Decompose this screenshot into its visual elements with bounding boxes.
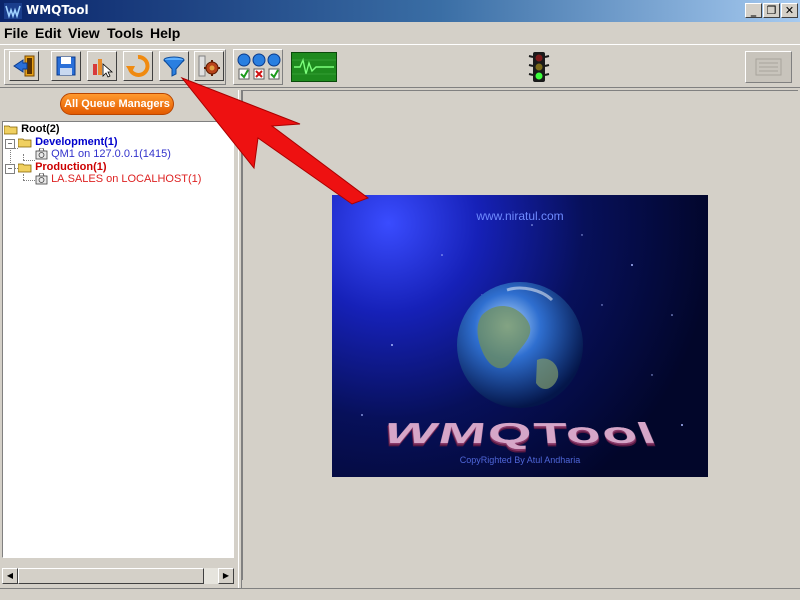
- filter-button[interactable]: [159, 51, 189, 81]
- scroll-thumb[interactable]: [18, 568, 204, 584]
- splash-logo: WMQTool: [376, 417, 664, 450]
- tree-qm-label: QM1 on 127.0.0.1(1415): [51, 148, 171, 161]
- folder-open-icon: [4, 125, 18, 134]
- splash-copyright: CopyRighted By Atul Andharia: [459, 455, 581, 465]
- stats-button[interactable]: [87, 51, 117, 81]
- three-lights-icon: [237, 53, 281, 80]
- toolbar: [0, 44, 800, 88]
- expander-development[interactable]: −: [5, 139, 15, 149]
- window-icon: [755, 58, 782, 76]
- tree-group-label: Development(1): [35, 136, 118, 149]
- refresh-icon: [126, 55, 150, 77]
- scroll-right-button[interactable]: ▶: [218, 568, 234, 584]
- monitor-button[interactable]: [291, 52, 337, 82]
- tree-qm-label: LA.SALES on LOCALHOST(1): [51, 173, 202, 186]
- content-panel: www.niratul.com WMQTool CopyRighted By A…: [242, 90, 798, 580]
- tree-node-qm1[interactable]: QM1 on 127.0.0.1(1415): [35, 148, 171, 160]
- minimize-button[interactable]: _: [745, 3, 762, 18]
- pointer-chart-icon: [93, 59, 114, 78]
- horizontal-scrollbar[interactable]: ◀ ▶: [2, 568, 234, 584]
- queue-manager-icon: [35, 148, 48, 160]
- menu-edit[interactable]: Edit: [35, 25, 61, 41]
- tree-root-count: (2): [46, 123, 60, 136]
- tree-node-la-sales[interactable]: LA.SALES on LOCALHOST(1): [35, 173, 201, 185]
- queue-status-lights[interactable]: [236, 51, 282, 83]
- left-panel: All Queue Managers Root(2) − Development…: [0, 90, 238, 588]
- title-bar[interactable]: WMQTool _ ❐ ✕: [0, 0, 800, 22]
- tree-root-label: Root: [21, 123, 47, 136]
- save-button[interactable]: [51, 51, 81, 81]
- scroll-left-button[interactable]: ◀: [2, 568, 18, 584]
- traffic-light-icon: [528, 52, 550, 82]
- tree-node-production[interactable]: Production(1): [18, 161, 107, 173]
- refresh-button[interactable]: [123, 51, 153, 81]
- tree-node-root[interactable]: Root(2): [4, 123, 60, 135]
- menu-help[interactable]: Help: [150, 25, 180, 41]
- all-queue-managers-button[interactable]: All Queue Managers: [60, 93, 174, 115]
- expander-production[interactable]: −: [5, 164, 15, 174]
- status-bar: [0, 588, 800, 600]
- menu-tools[interactable]: Tools: [107, 25, 143, 41]
- folder-open-icon: [18, 138, 32, 147]
- filter-icon: [163, 56, 185, 77]
- exit-icon: [13, 55, 35, 77]
- app-logo-icon: [4, 3, 22, 19]
- exit-button[interactable]: [9, 51, 39, 81]
- settings-icon: [198, 55, 220, 77]
- tree-node-development[interactable]: Development(1): [18, 136, 118, 148]
- splash-image: www.niratul.com WMQTool CopyRighted By A…: [332, 195, 708, 477]
- queue-manager-icon: [35, 173, 48, 185]
- splash-url: www.niratul.com: [476, 209, 564, 223]
- menu-file[interactable]: File: [4, 25, 28, 41]
- menu-bar: File Edit View Tools Help: [0, 22, 800, 42]
- monitor-icon: [292, 57, 336, 75]
- window-title: WMQTool: [26, 3, 89, 17]
- tree-group-label: Production(1): [35, 161, 107, 174]
- folder-open-icon: [18, 163, 32, 172]
- queue-manager-tree: Root(2) − Development(1) QM1 on 127.0.0.…: [2, 121, 234, 558]
- settings-button[interactable]: [194, 51, 224, 81]
- restore-button[interactable]: ❐: [763, 3, 780, 18]
- disabled-tool-button[interactable]: [745, 51, 792, 83]
- save-icon: [56, 56, 76, 76]
- traffic-light: [528, 51, 550, 83]
- close-button[interactable]: ✕: [781, 3, 798, 18]
- menu-view[interactable]: View: [68, 25, 100, 41]
